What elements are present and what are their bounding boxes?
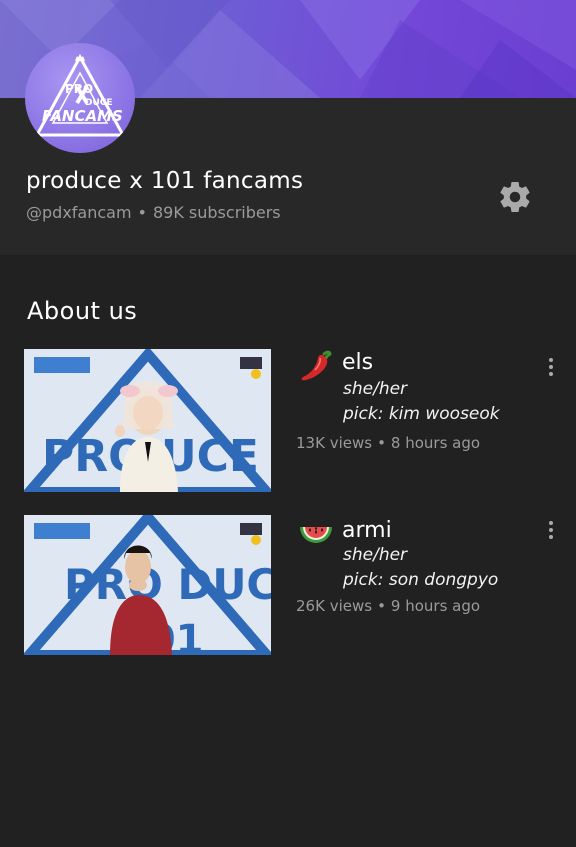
thumbnail-image: PRO DUCE 101 bbox=[24, 515, 271, 655]
more-options-icon[interactable] bbox=[544, 521, 558, 543]
channel-logo: PRO DUCE FANCAMS bbox=[34, 53, 126, 137]
subscriber-count: 89K subscribers bbox=[152, 203, 281, 222]
more-options-icon[interactable] bbox=[544, 358, 558, 380]
video-description-line: she/her bbox=[343, 379, 408, 399]
settings-gear-icon[interactable] bbox=[497, 179, 533, 215]
about-heading: About us bbox=[27, 297, 138, 325]
svg-text:FANCAMS: FANCAMS bbox=[42, 107, 123, 125]
video-description-line: pick: kim wooseok bbox=[343, 404, 500, 424]
watermelon-icon bbox=[300, 527, 332, 543]
hot-pepper-icon bbox=[301, 350, 332, 381]
meta-separator: • bbox=[377, 434, 386, 452]
channel-handle: @pdxfancam bbox=[26, 203, 132, 222]
meta-separator: • bbox=[377, 597, 386, 615]
channel-meta: @pdxfancam • 89K subscribers bbox=[26, 203, 281, 222]
video-thumbnail[interactable]: PRO UCE bbox=[24, 349, 271, 492]
svg-text:PRO DUCE: PRO DUCE bbox=[64, 560, 271, 609]
channel-name: produce x 101 fancams bbox=[26, 168, 304, 194]
video-title[interactable]: els bbox=[342, 350, 373, 375]
upload-age: 8 hours ago bbox=[390, 434, 481, 452]
video-meta: 13K views • 8 hours ago bbox=[296, 434, 480, 452]
upload-age: 9 hours ago bbox=[390, 597, 481, 615]
video-description-line: she/her bbox=[343, 545, 408, 565]
video-description-line: pick: son dongpyo bbox=[343, 570, 499, 590]
channel-avatar[interactable]: PRO DUCE FANCAMS bbox=[25, 43, 135, 153]
video-title[interactable]: armi bbox=[342, 518, 392, 543]
video-meta: 26K views • 9 hours ago bbox=[296, 597, 480, 615]
view-count: 26K views bbox=[296, 597, 373, 615]
meta-separator: • bbox=[137, 203, 147, 222]
thumbnail-image: PRO UCE bbox=[24, 349, 271, 492]
video-thumbnail[interactable]: PRO DUCE 101 bbox=[24, 515, 271, 655]
view-count: 13K views bbox=[296, 434, 373, 452]
video-item[interactable]: PRO DUCE 101 armi she/her pick: son dong… bbox=[0, 514, 576, 659]
video-item[interactable]: PRO UCE els she/her pick: kim wooseok 13… bbox=[0, 348, 576, 493]
